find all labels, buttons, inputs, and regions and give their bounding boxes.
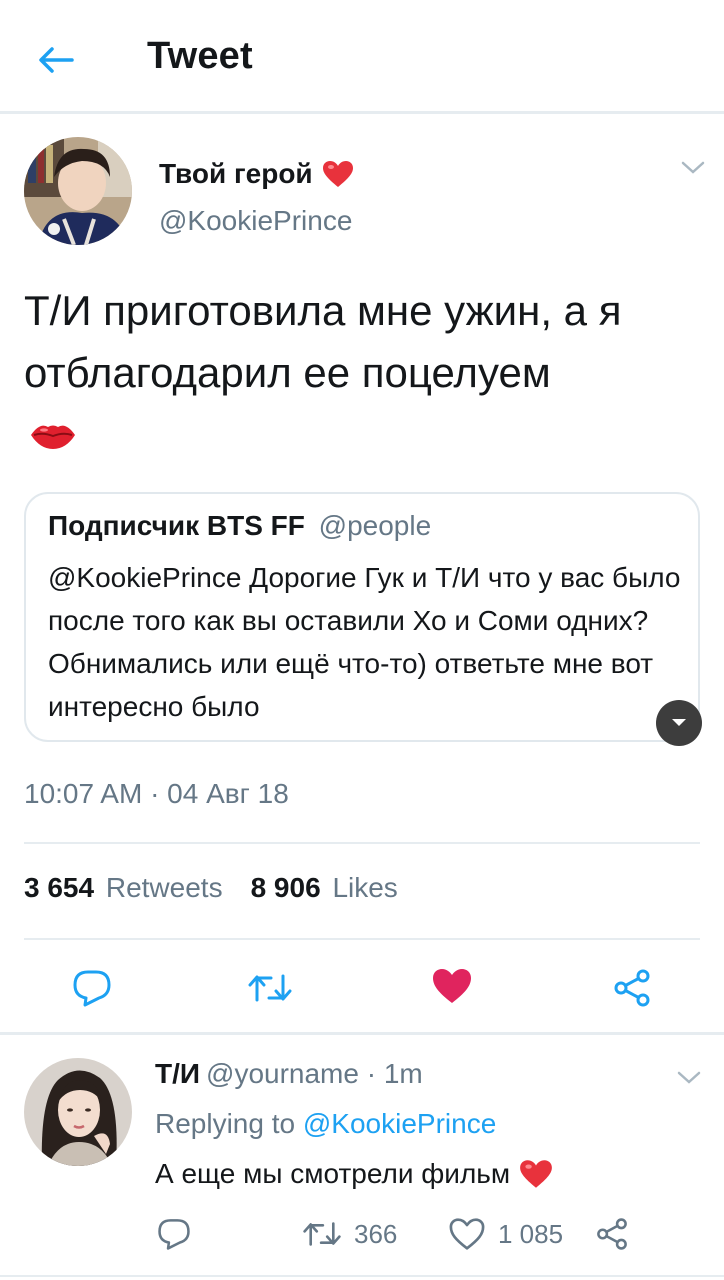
author-handle[interactable]: @KookiePrince bbox=[159, 205, 352, 237]
reply-like-count: 1 085 bbox=[498, 1218, 564, 1249]
replying-handle-link[interactable]: @KookiePrince bbox=[303, 1108, 496, 1139]
quoted-author-name: Подписчик BTS FF bbox=[48, 510, 305, 541]
reply-text-content: А еще мы смотрели фильм bbox=[155, 1158, 511, 1189]
top-bar: Tweet bbox=[0, 0, 724, 114]
tweet-stats: 3 654 Retweets 8 906 Likes bbox=[24, 872, 398, 904]
bottom-divider bbox=[0, 1275, 724, 1277]
chevron-down-icon bbox=[677, 1071, 701, 1084]
page-title: Tweet bbox=[147, 35, 253, 77]
divider bbox=[24, 938, 700, 940]
reply-tweet-text: А еще мы смотрели фильм bbox=[155, 1158, 554, 1190]
tweet-timestamp: 10:07 AM · 04 Авг 18 bbox=[24, 778, 289, 809]
reply-reply-button[interactable] bbox=[156, 1212, 192, 1256]
chevron-down-icon bbox=[681, 161, 705, 174]
likes-label: Likes bbox=[332, 872, 398, 903]
author-avatar[interactable] bbox=[24, 137, 132, 245]
like-button[interactable] bbox=[428, 962, 476, 1010]
reply-icon bbox=[158, 1219, 190, 1250]
heart-emoji-icon bbox=[520, 1160, 553, 1188]
reply-author-line[interactable]: Т/И @yourname · 1m bbox=[155, 1058, 423, 1090]
reply-button[interactable] bbox=[68, 964, 116, 1012]
expand-quote-button[interactable] bbox=[656, 700, 702, 746]
retweet-icon bbox=[248, 974, 292, 1002]
share-icon bbox=[597, 1218, 627, 1250]
reply-menu-button[interactable] bbox=[674, 1068, 704, 1088]
back-button[interactable] bbox=[32, 36, 80, 84]
quoted-tweet-header: Подписчик BTS FF @people bbox=[48, 510, 431, 542]
reply-like-button[interactable]: 1 085 bbox=[448, 1212, 563, 1256]
reply-author-avatar[interactable] bbox=[24, 1058, 132, 1166]
replying-to: Replying to @KookiePrince bbox=[155, 1108, 496, 1140]
retweets-stat[interactable]: 3 654 Retweets bbox=[24, 872, 223, 904]
like-icon bbox=[449, 1218, 485, 1250]
section-divider bbox=[0, 1032, 724, 1035]
retweets-count: 3 654 bbox=[24, 872, 95, 903]
retweets-label: Retweets bbox=[105, 872, 223, 903]
share-button[interactable] bbox=[608, 964, 656, 1012]
reply-author-meta: @yourname · 1m bbox=[206, 1058, 423, 1089]
tweet-menu-button[interactable] bbox=[678, 158, 708, 178]
reply-retweet-button[interactable]: 366 bbox=[302, 1212, 397, 1256]
reply-icon bbox=[73, 970, 111, 1007]
share-icon bbox=[614, 969, 650, 1007]
reply-author-name: Т/И bbox=[155, 1058, 201, 1089]
back-arrow-icon bbox=[39, 47, 74, 73]
tweet-text: Т/И приготовила мне ужин, а я отблагодар… bbox=[24, 287, 622, 396]
heart-emoji-icon bbox=[322, 161, 353, 187]
replying-prefix: Replying to bbox=[155, 1108, 296, 1139]
reply-share-button[interactable] bbox=[594, 1212, 630, 1256]
likes-stat[interactable]: 8 906 Likes bbox=[251, 872, 398, 904]
lips-emoji-icon bbox=[31, 425, 75, 449]
retweet-icon bbox=[303, 1222, 341, 1246]
retweet-button[interactable] bbox=[246, 964, 294, 1012]
author-name-text: Твой герой bbox=[159, 158, 313, 189]
quoted-author-handle: @people bbox=[318, 510, 432, 541]
likes-count: 8 906 bbox=[250, 872, 321, 903]
author-name[interactable]: Твой герой bbox=[159, 158, 355, 190]
like-icon bbox=[433, 969, 471, 1003]
quoted-tweet-text: @KookiePrince Дорогие Гук и Т/И что у ва… bbox=[48, 562, 681, 722]
quoted-tweet[interactable]: Подписчик BTS FF @people @KookiePrince Д… bbox=[24, 492, 700, 742]
caret-down-icon bbox=[672, 719, 686, 726]
reply-retweet-count: 366 bbox=[354, 1218, 398, 1249]
divider bbox=[24, 842, 700, 844]
